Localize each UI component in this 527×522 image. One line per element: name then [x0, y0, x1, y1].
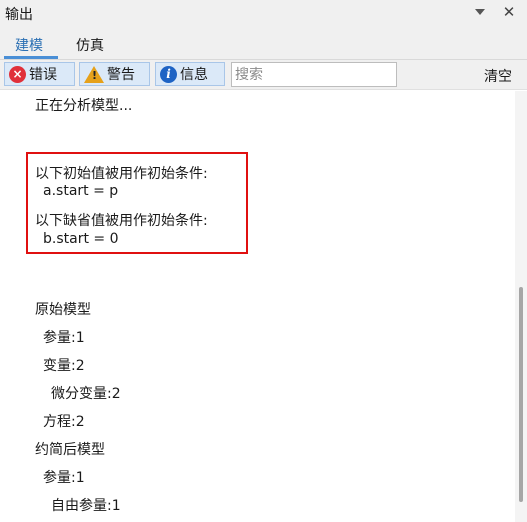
panel-menu-chevron-down-icon[interactable] — [475, 9, 485, 15]
close-icon[interactable]: ✕ — [500, 3, 518, 21]
warning-triangle-icon: ! — [84, 65, 104, 83]
panel-title: 输出 — [5, 7, 33, 23]
log-line: 约简后模型 — [35, 442, 105, 458]
error-filter-label: 错误 — [29, 67, 57, 83]
active-tab-indicator — [4, 56, 58, 59]
clear-button[interactable]: 清空 — [484, 66, 512, 86]
log-line: 变量:2 — [43, 358, 85, 374]
info-filter-label: 信息 — [180, 67, 208, 83]
info-circle-icon: i — [160, 65, 177, 83]
warning-filter-label: 警告 — [107, 67, 135, 83]
message-toolbar: × 错误 ! 警告 i 信息 清空 — [0, 60, 527, 90]
tab-simulation[interactable]: 仿真 — [76, 35, 104, 55]
scrollbar-thumb[interactable] — [519, 287, 523, 502]
warning-filter-button[interactable]: ! 警告 — [79, 62, 150, 86]
log-line: 自由参量:1 — [51, 498, 121, 514]
log-line: b.start = 0 — [43, 231, 119, 247]
log-line: 原始模型 — [35, 302, 91, 318]
error-filter-button[interactable]: × 错误 — [4, 62, 75, 86]
log-line: 微分变量:2 — [51, 386, 121, 402]
log-line: 方程:2 — [43, 414, 85, 430]
vertical-scrollbar[interactable] — [515, 91, 527, 522]
log-line: 以下缺省值被用作初始条件: — [35, 213, 208, 229]
info-filter-button[interactable]: i 信息 — [155, 62, 225, 86]
tab-modeling[interactable]: 建模 — [15, 35, 43, 55]
close-circle-icon: × — [9, 65, 26, 83]
log-line: 参量:1 — [43, 330, 85, 346]
log-line: a.start = p — [43, 183, 119, 199]
log-line: 参量:1 — [43, 470, 85, 486]
panel-header: 输出 ✕ — [0, 0, 527, 26]
log-line: 以下初始值被用作初始条件: — [35, 166, 208, 182]
tab-bar: 建模 仿真 — [0, 26, 527, 60]
search-input[interactable] — [231, 62, 397, 87]
output-log: 正在分析模型... 以下初始值被用作初始条件: a.start = p 以下缺省… — [0, 91, 515, 522]
log-line: 正在分析模型... — [35, 98, 133, 114]
